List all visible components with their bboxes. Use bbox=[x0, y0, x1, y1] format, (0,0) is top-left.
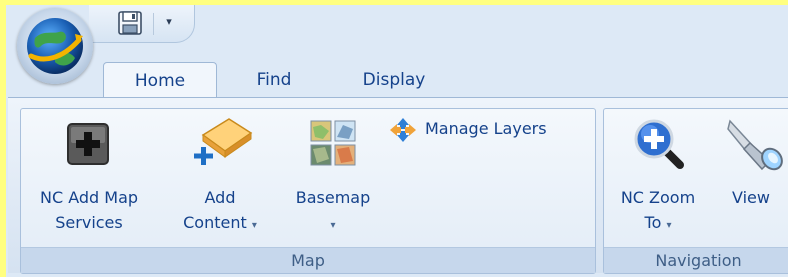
basemap-label: Basemap bbox=[295, 188, 371, 207]
binoculars-icon bbox=[727, 119, 783, 171]
add-content-label-line2: Content ▾ bbox=[165, 212, 275, 237]
toolbar-separator bbox=[153, 13, 154, 35]
dropdown-arrow-icon: ▾ bbox=[666, 220, 672, 231]
add-plus-icon bbox=[67, 123, 109, 165]
nc-zoom-to-label-line2: To ▾ bbox=[610, 212, 706, 237]
group-label-map: Map bbox=[21, 247, 595, 273]
manage-layers-button[interactable]: Manage Layers bbox=[387, 115, 593, 145]
basemap-arrow-row: ▾ bbox=[283, 212, 383, 237]
application-window: ▾ Home Find Display NC Add Map Services … bbox=[6, 5, 788, 277]
customize-toolbar-dropdown[interactable]: ▾ bbox=[163, 13, 175, 31]
dropdown-arrow-icon: ▾ bbox=[251, 220, 257, 231]
group-navigation: NC Zoom To ▾ View Navigation bbox=[603, 108, 788, 274]
globe-arrow-icon bbox=[27, 18, 83, 74]
nc-zoom-to-label-line1: NC Zoom bbox=[620, 188, 696, 207]
dropdown-arrow-icon: ▾ bbox=[330, 220, 336, 231]
add-content-icon bbox=[194, 118, 253, 165]
nc-add-map-services-button[interactable]: NC Add Map Services bbox=[27, 109, 151, 249]
save-button[interactable] bbox=[117, 9, 143, 37]
view-button[interactable]: View bbox=[716, 109, 786, 249]
nc-zoom-to-button[interactable]: NC Zoom To ▾ bbox=[610, 109, 706, 249]
application-menu-button[interactable] bbox=[17, 8, 93, 84]
basemap-grid-icon bbox=[310, 120, 356, 166]
tab-display[interactable]: Display bbox=[349, 62, 439, 98]
add-content-button[interactable]: Add Content ▾ bbox=[165, 109, 275, 249]
nc-add-map-services-label-line2: Services bbox=[55, 213, 123, 232]
zoom-in-magnifier-icon bbox=[634, 119, 684, 169]
group-label-navigation: Navigation bbox=[604, 247, 788, 273]
quick-access-toolbar: ▾ bbox=[89, 5, 195, 43]
manage-layers-icon bbox=[390, 118, 416, 142]
nc-add-map-services-label-line1: NC Add Map bbox=[39, 188, 139, 207]
ribbon-panel: NC Add Map Services Add Content ▾ Basema… bbox=[8, 97, 788, 274]
basemap-button[interactable]: Basemap ▾ bbox=[283, 109, 383, 249]
manage-layers-label: Manage Layers bbox=[425, 119, 547, 138]
add-content-label-text: Content bbox=[183, 213, 247, 232]
view-label: View bbox=[732, 188, 770, 207]
group-map: NC Add Map Services Add Content ▾ Basema… bbox=[20, 108, 596, 274]
tab-find[interactable]: Find bbox=[242, 62, 306, 98]
nc-zoom-to-label-text: To bbox=[644, 213, 662, 232]
floppy-disk-icon bbox=[118, 11, 142, 35]
add-content-label-line1: Add bbox=[204, 188, 236, 207]
tab-home[interactable]: Home bbox=[103, 62, 217, 98]
